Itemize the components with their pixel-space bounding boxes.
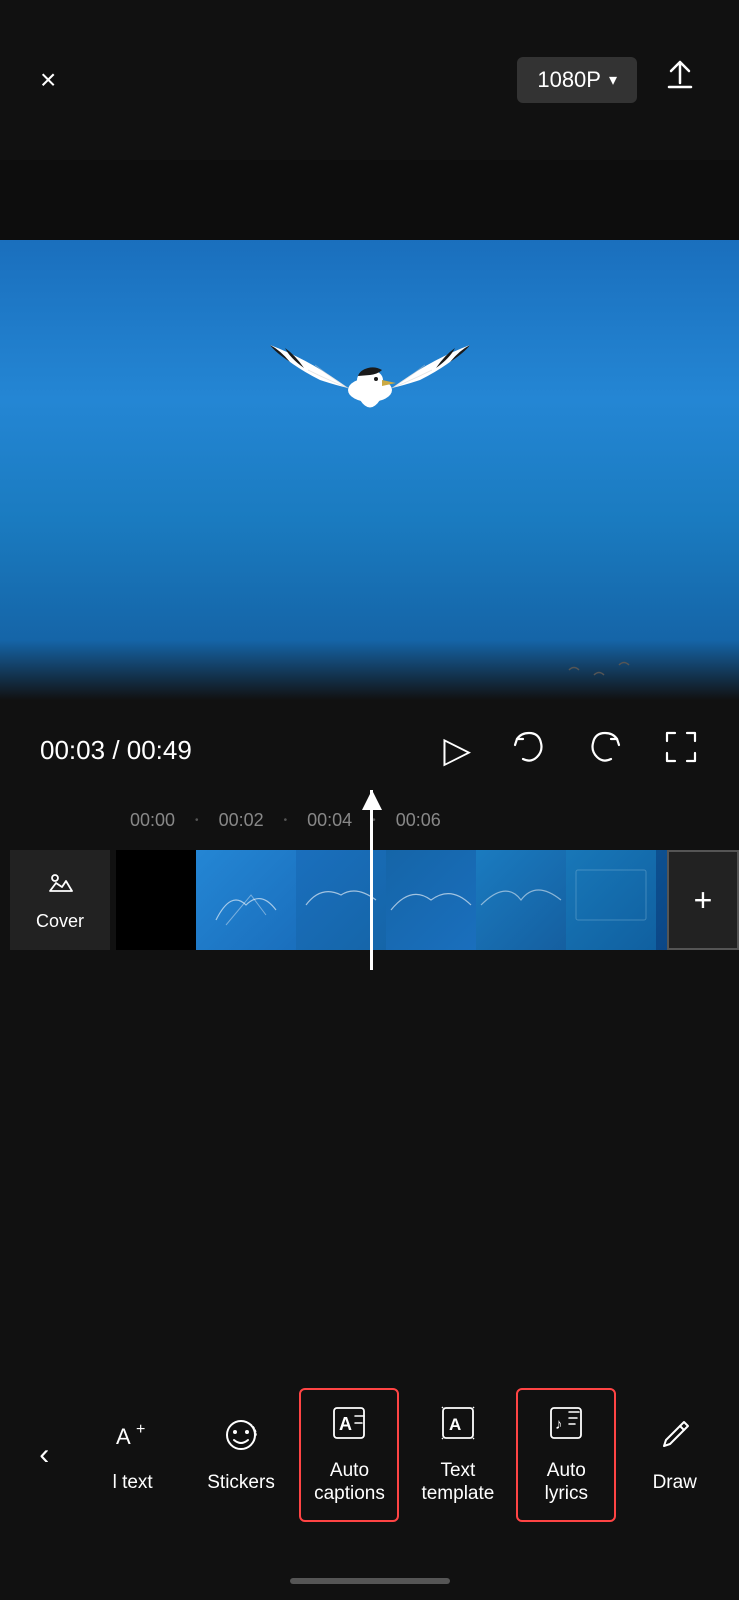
video-clip-5[interactable]	[566, 850, 656, 950]
ruler-time-0: 00:00	[130, 810, 175, 831]
cover-icon	[46, 869, 74, 903]
toolbar-auto-lyrics[interactable]: ♪ Autolyrics	[516, 1388, 616, 1522]
stickers-icon	[222, 1416, 260, 1460]
draw-icon	[656, 1416, 694, 1460]
auto-lyrics-label: Autolyrics	[545, 1460, 588, 1506]
back-arrow-icon: ‹	[39, 1440, 49, 1470]
playhead	[370, 790, 373, 970]
fullscreen-button[interactable]	[663, 729, 699, 771]
svg-text:A: A	[449, 1415, 461, 1434]
bird-svg	[260, 290, 480, 470]
fullscreen-icon	[663, 729, 699, 765]
draw-label: Draw	[653, 1472, 697, 1495]
undo-icon	[511, 729, 547, 765]
playback-buttons: ▷	[443, 729, 699, 771]
ruler-time-2: 00:04	[307, 810, 352, 831]
ruler-dot-0: •	[195, 815, 199, 826]
ruler-time-3: 00:06	[396, 810, 441, 831]
video-bg-top	[0, 160, 739, 240]
auto-lyrics-icon: ♪	[547, 1404, 585, 1448]
home-indicator	[290, 1578, 450, 1584]
toolbar-draw[interactable]: Draw	[625, 1402, 725, 1509]
add-text-icon: A +	[114, 1416, 152, 1460]
play-icon: ▷	[443, 729, 471, 770]
export-button[interactable]	[661, 57, 699, 103]
video-clips[interactable]	[196, 850, 667, 950]
text-template-icon: A	[439, 1404, 477, 1448]
top-right-controls: 1080P ▾	[517, 57, 699, 103]
toolbar-text-template[interactable]: A Texttemplate	[408, 1390, 508, 1520]
stickers-label: Stickers	[207, 1472, 275, 1495]
video-clip-6[interactable]	[656, 850, 667, 950]
add-clip-button[interactable]: +	[667, 850, 739, 950]
time-display: 00:03 / 00:49	[40, 735, 192, 766]
bird-container	[260, 290, 480, 470]
video-frame-bottom	[0, 640, 739, 700]
svg-text:♪: ♪	[555, 1416, 563, 1433]
toolbar-back-button[interactable]: ‹	[14, 1426, 74, 1484]
current-time: 00:03	[40, 735, 105, 765]
svg-text:+: +	[136, 1421, 145, 1438]
add-clip-icon: +	[694, 882, 713, 919]
black-clip	[116, 850, 196, 950]
resolution-label: 1080P	[537, 67, 601, 93]
export-icon	[661, 57, 699, 95]
svg-text:A: A	[116, 1424, 131, 1449]
toolbar-add-text[interactable]: A + l text	[83, 1402, 183, 1509]
small-birds-decoration	[559, 645, 659, 690]
total-time: 00:49	[127, 735, 192, 765]
play-button[interactable]: ▷	[443, 732, 471, 768]
ruler-time-1: 00:02	[219, 810, 264, 831]
undo-button[interactable]	[511, 729, 547, 771]
toolbar-auto-captions[interactable]: A Autocaptions	[299, 1388, 399, 1522]
cover-button[interactable]: Cover	[10, 850, 110, 950]
chevron-down-icon: ▾	[609, 70, 617, 90]
video-preview	[0, 160, 739, 700]
redo-icon	[587, 729, 623, 765]
below-timeline	[0, 960, 739, 1330]
close-button[interactable]: ×	[40, 66, 56, 94]
video-clip-3[interactable]	[386, 850, 476, 950]
ruler-dot-1: •	[284, 815, 288, 826]
cover-label: Cover	[36, 911, 84, 932]
auto-captions-icon: A	[330, 1404, 368, 1448]
video-frame	[0, 240, 739, 640]
video-clip-4[interactable]	[476, 850, 566, 950]
toolbar-stickers[interactable]: Stickers	[191, 1402, 291, 1509]
redo-button[interactable]	[587, 729, 623, 771]
video-clip-1[interactable]	[196, 850, 296, 950]
svg-text:A: A	[339, 1414, 352, 1434]
playback-controls: 00:03 / 00:49 ▷	[0, 700, 739, 800]
auto-captions-label: Autocaptions	[314, 1460, 385, 1506]
ruler-marks: 00:00 • 00:02 • 00:04 • 00:06	[10, 810, 739, 831]
bottom-toolbar: ‹ A + l text Stickers A	[0, 1370, 739, 1540]
text-template-label: Texttemplate	[421, 1460, 494, 1506]
time-separator: /	[112, 735, 126, 765]
top-bar: × 1080P ▾	[0, 0, 739, 160]
resolution-button[interactable]: 1080P ▾	[517, 57, 637, 103]
add-text-label: l text	[113, 1472, 153, 1495]
